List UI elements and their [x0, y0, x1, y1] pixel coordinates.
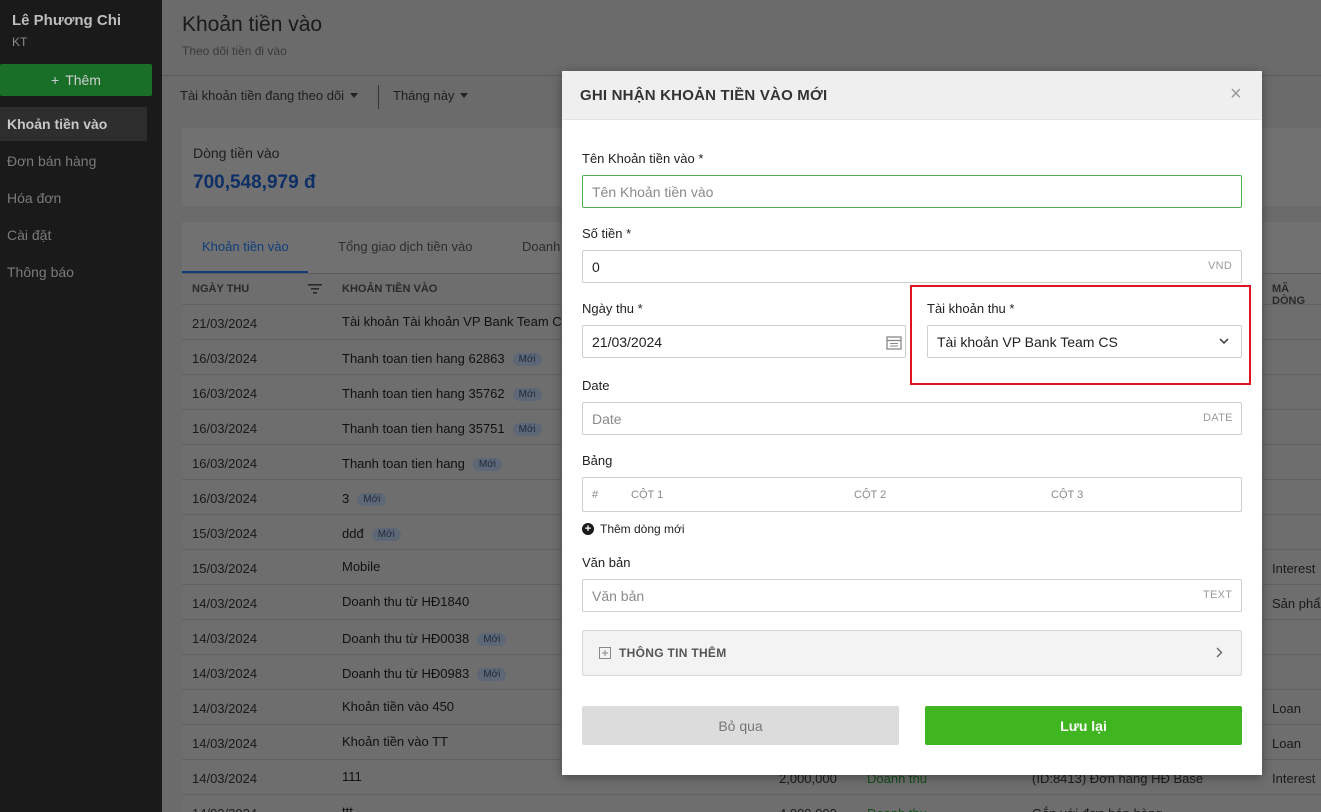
cancel-button[interactable]: Bỏ qua [582, 706, 899, 745]
text-label: Văn bản [582, 555, 631, 570]
text-suffix: TEXT [1203, 589, 1233, 601]
grid-label: Bảng [582, 453, 613, 468]
text-input[interactable] [582, 579, 1242, 612]
grid-col-2: CỘT 2 [854, 489, 887, 501]
create-income-modal: GHI NHẬN KHOẢN TIỀN VÀO MỚI × Tên Khoản … [562, 71, 1262, 775]
calendar-icon[interactable] [886, 335, 902, 350]
grid-table-header: # CỘT 1 CỘT 2 CỘT 3 [582, 477, 1242, 512]
name-input[interactable] [582, 175, 1242, 208]
grid-col-3: CỘT 3 [1051, 489, 1084, 501]
date-suffix: DATE [1203, 412, 1233, 424]
expand-square-icon [599, 647, 611, 659]
date-label: Ngày thu * [582, 301, 643, 316]
name-label: Tên Khoản tiền vào * [582, 151, 704, 166]
more-info-label: THÔNG TIN THÊM [619, 646, 727, 660]
currency-suffix: VND [1208, 260, 1233, 272]
add-row-label: Thêm dòng mới [600, 522, 685, 536]
close-icon[interactable]: × [1230, 84, 1242, 104]
chevron-right-icon [1216, 647, 1223, 658]
save-button[interactable]: Lưu lại [925, 706, 1242, 745]
amount-input[interactable] [582, 250, 1242, 283]
custom-date-label: Date [582, 378, 610, 393]
add-row-button[interactable]: + Thêm dòng mới [582, 522, 685, 536]
modal-title: GHI NHẬN KHOẢN TIỀN VÀO MỚI [580, 87, 828, 104]
date-input[interactable] [582, 325, 906, 358]
more-info-toggle[interactable]: THÔNG TIN THÊM [582, 630, 1242, 676]
amount-label: Số tiền * [582, 226, 632, 241]
highlight-box [910, 285, 1251, 385]
modal-header: GHI NHẬN KHOẢN TIỀN VÀO MỚI × [562, 71, 1262, 120]
grid-col-1: CỘT 1 [631, 489, 664, 501]
plus-circle-icon: + [582, 523, 594, 535]
grid-col-index: # [592, 489, 599, 501]
custom-date-input[interactable] [582, 402, 1242, 435]
